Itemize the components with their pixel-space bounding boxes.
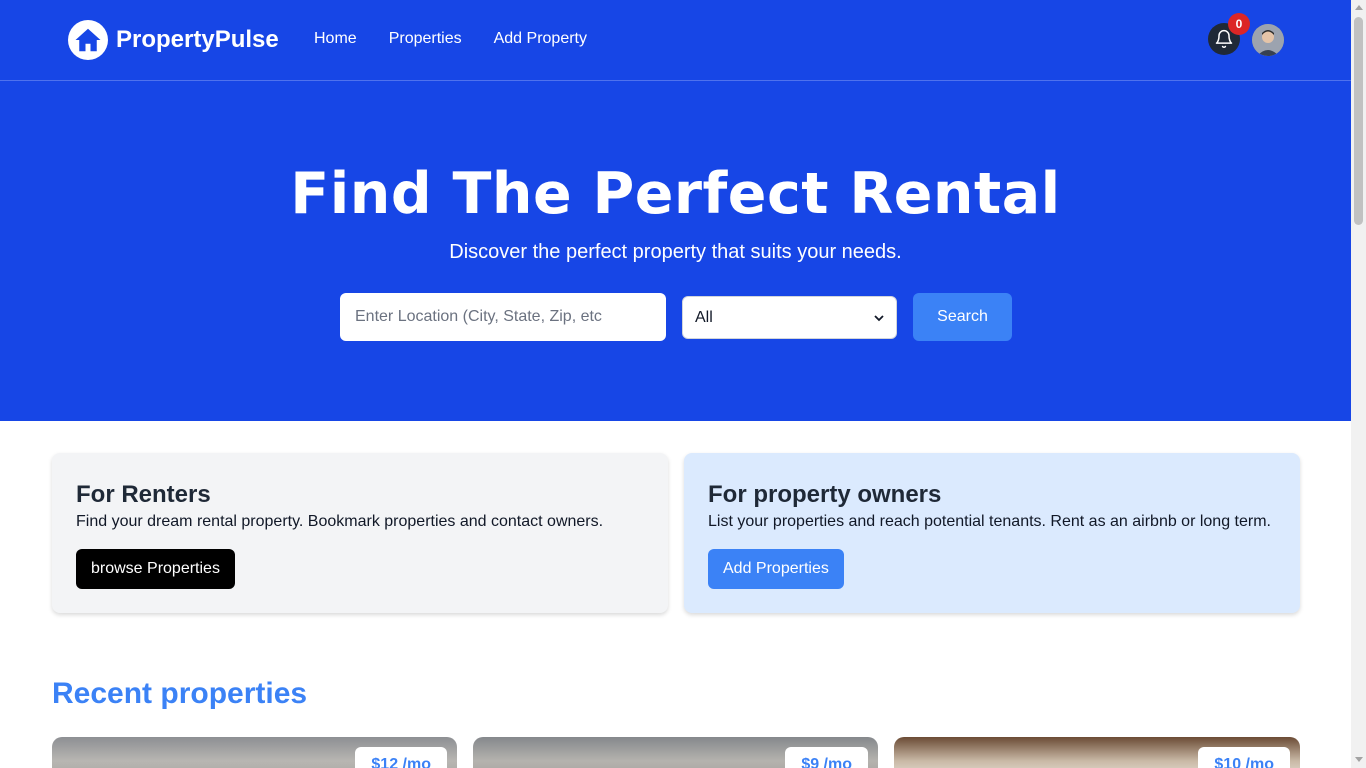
brand-logo[interactable]: PropertyPulse [68, 20, 279, 60]
property-card[interactable]: $12 /mo [52, 737, 457, 768]
user-avatar[interactable] [1252, 24, 1284, 56]
search-button[interactable]: Search [913, 293, 1012, 341]
scroll-down-arrow-icon[interactable] [1355, 757, 1363, 762]
property-type-select[interactable]: All [682, 296, 897, 339]
owners-title: For property owners [708, 481, 942, 508]
property-price: $12 /mo [355, 747, 447, 768]
notification-count-badge: 0 [1228, 13, 1250, 35]
recent-properties-heading: Recent properties [52, 677, 308, 710]
page: PropertyPulse Home Properties Add Proper… [0, 0, 1351, 768]
hero-subtitle: Discover the perfect property that suits… [449, 241, 902, 263]
owners-text: List your properties and reach potential… [708, 513, 1271, 530]
nav-home[interactable]: Home [314, 30, 357, 48]
owners-info-box: For property owners List your properties… [684, 453, 1300, 613]
vertical-scrollbar[interactable] [1351, 0, 1366, 768]
hero-section: Find The Perfect Rental Discover the per… [0, 81, 1351, 421]
nav-properties[interactable]: Properties [389, 30, 462, 48]
property-price: $9 /mo [785, 747, 868, 768]
navbar: PropertyPulse Home Properties Add Proper… [0, 0, 1351, 81]
renters-info-box: For Renters Find your dream rental prope… [52, 453, 668, 613]
scroll-up-arrow-icon[interactable] [1355, 5, 1363, 10]
house-icon [68, 20, 108, 60]
location-search-input[interactable] [340, 293, 666, 341]
main-nav: Home Properties Add Property [314, 30, 619, 48]
property-price: $10 /mo [1198, 747, 1290, 768]
property-type-selected-value: All [695, 308, 713, 326]
brand-name: PropertyPulse [116, 26, 279, 53]
property-card[interactable]: $9 /mo [473, 737, 878, 768]
property-card[interactable]: $10 /mo [894, 737, 1300, 768]
add-properties-button[interactable]: Add Properties [708, 549, 844, 589]
scroll-thumb[interactable] [1354, 17, 1363, 225]
browse-properties-button[interactable]: browse Properties [76, 549, 235, 589]
renters-text: Find your dream rental property. Bookmar… [76, 513, 604, 530]
nav-add-property[interactable]: Add Property [494, 30, 587, 48]
hero-title: Find The Perfect Rental [290, 161, 1061, 227]
chevron-down-icon [874, 314, 884, 321]
renters-title: For Renters [76, 481, 211, 508]
